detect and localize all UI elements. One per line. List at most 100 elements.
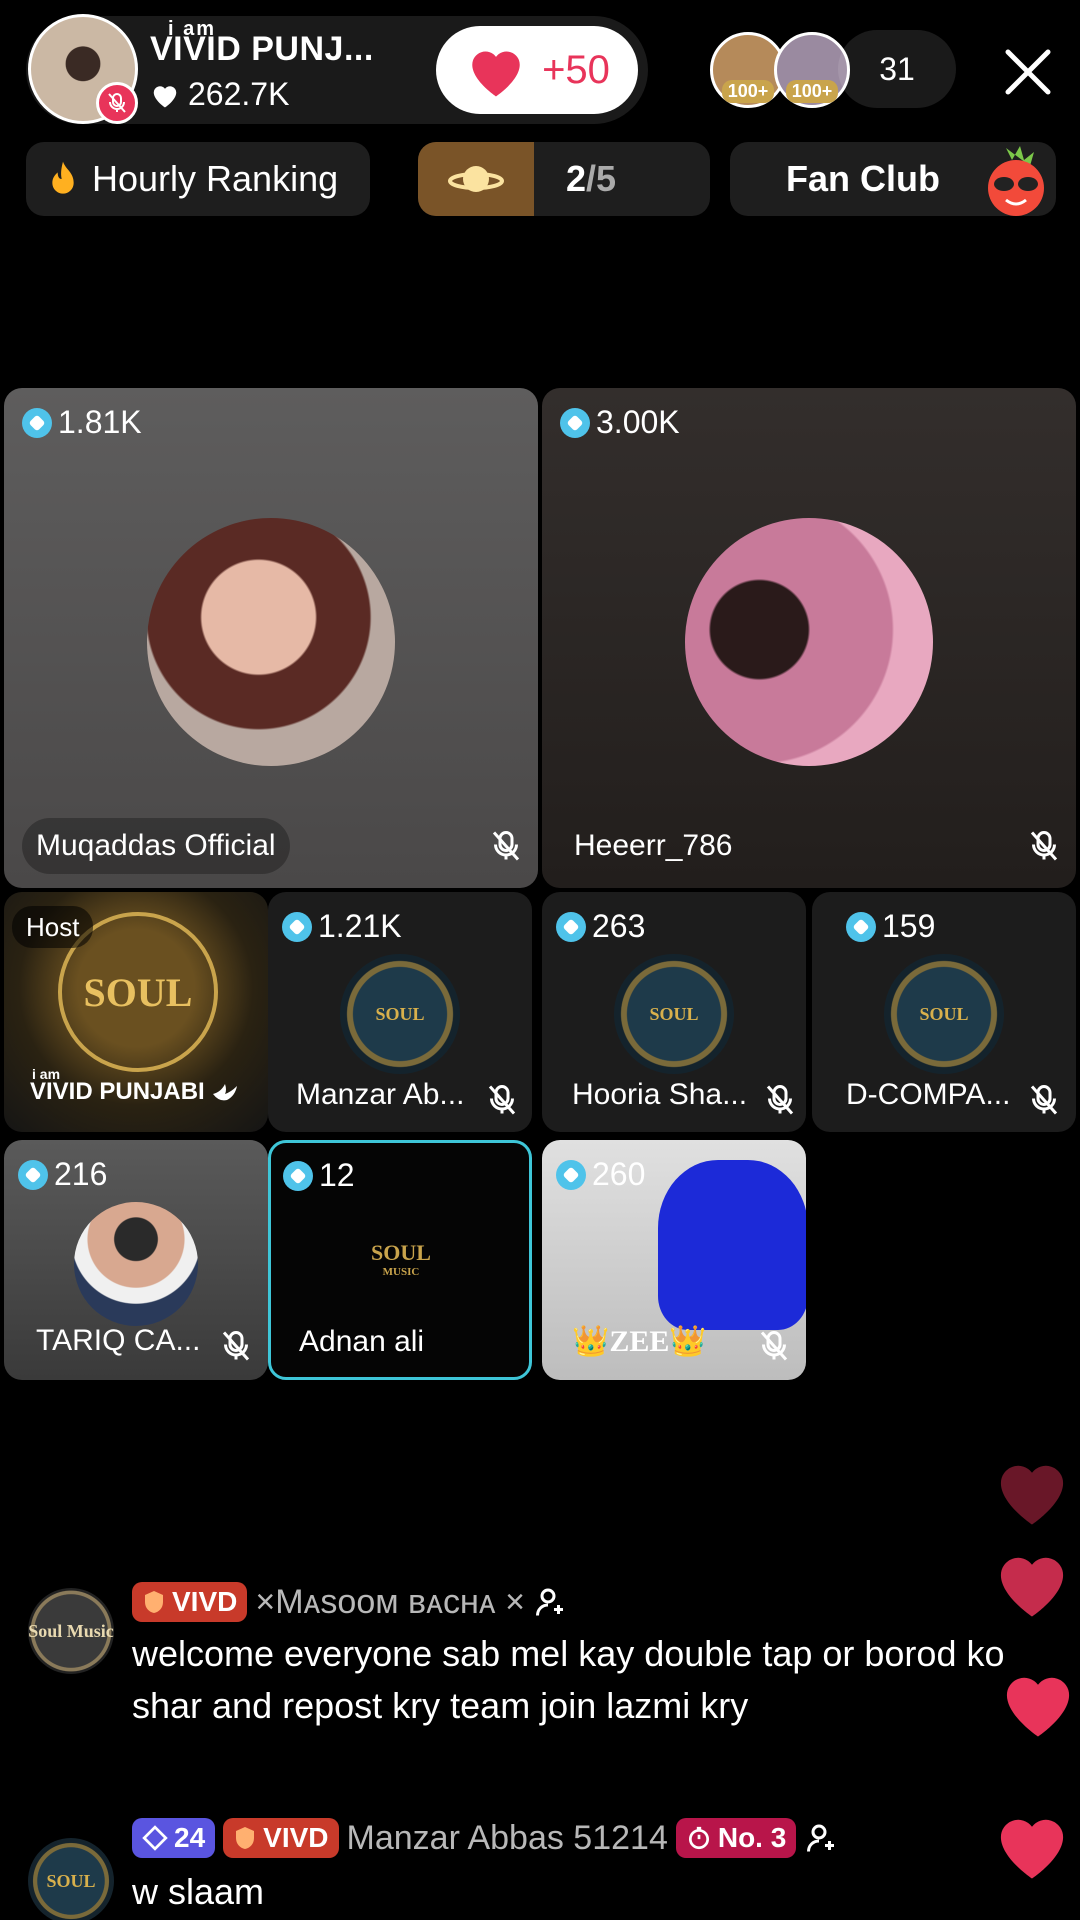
guest-seat[interactable]: 3.00K Heeerr_786 xyxy=(542,388,1076,888)
host-seat-name-row: VIVID PUNJABI xyxy=(30,1078,239,1106)
mic-muted-icon xyxy=(766,1085,794,1115)
seat-coin-value: 1.81K xyxy=(58,404,142,440)
chat-user-avatar[interactable]: Soul Music xyxy=(28,1588,114,1674)
close-icon[interactable] xyxy=(1000,44,1056,100)
guest-name: Manzar Ab... xyxy=(296,1078,465,1111)
mic-muted-icon xyxy=(760,1331,788,1361)
shield-heart-icon xyxy=(145,1591,163,1613)
seat-coin-value: 3.00K xyxy=(596,404,680,440)
guest-name: Hooria Sha... xyxy=(572,1078,748,1111)
host-like-count: 262.7K xyxy=(150,76,289,113)
rank-badge-label: No. 3 xyxy=(717,1822,787,1853)
mic-muted-icon xyxy=(1030,831,1058,861)
floating-heart-icon xyxy=(1000,1819,1064,1879)
guest-seat[interactable]: 216 TARIQ CA... xyxy=(4,1140,268,1380)
chat-message-text: w slaam xyxy=(132,1871,265,1912)
fan-club-label: Fan Club xyxy=(786,158,940,199)
diamond-icon xyxy=(142,1825,168,1851)
mic-muted-icon xyxy=(488,1085,516,1115)
seat-coin-count: 3.00K xyxy=(560,404,680,441)
guest-avatar[interactable]: SOUL xyxy=(340,954,460,1074)
room-page-indicator[interactable]: 2/5 xyxy=(418,142,710,216)
dove-icon xyxy=(212,1084,237,1101)
viewer-count[interactable]: 31 xyxy=(838,30,956,108)
chat-username[interactable]: ×Mᴀsᴏᴏᴍ ʙᴀᴄʜᴀ × xyxy=(255,1583,525,1622)
seat-coin-count: 1.81K xyxy=(22,404,142,441)
guest-seat[interactable]: 1.21K SOUL Manzar Ab... xyxy=(268,892,532,1132)
coin-icon xyxy=(282,911,312,942)
seat-coin-count: 216 xyxy=(18,1156,107,1193)
chat-username[interactable]: Manzar Abbas 51214 xyxy=(347,1819,668,1858)
chat-message-header: 24 VIVD Manzar Abbas 51214 No. 3 xyxy=(132,1818,840,1858)
page-total: /5 xyxy=(586,158,617,199)
seat-coin-count: 1.21K xyxy=(282,908,402,945)
follow-user-icon[interactable] xyxy=(533,1584,569,1620)
seat-coin-value: 159 xyxy=(882,908,936,944)
page-current: 2 xyxy=(566,158,587,199)
coin-icon xyxy=(560,407,590,438)
avatar-logo-text: SOUL xyxy=(375,1003,425,1024)
host-seat[interactable]: SOUL Host i am VIVID PUNJABI xyxy=(4,892,268,1132)
guest-seat-speaking[interactable]: 12 SOUL MUSIC Adnan ali xyxy=(268,1140,532,1380)
seat-coin-value: 260 xyxy=(592,1156,646,1192)
vivd-badge: VIVD xyxy=(132,1582,248,1622)
coin-icon xyxy=(283,1160,313,1191)
seat-coin-value: 216 xyxy=(54,1156,108,1192)
stopwatch-icon xyxy=(688,1826,709,1850)
seat-coin-value: 12 xyxy=(319,1157,355,1193)
coin-icon xyxy=(556,911,586,942)
avatar-logo-text: SOUL xyxy=(919,1003,969,1024)
seat-coin-count: 263 xyxy=(556,908,645,945)
coin-icon xyxy=(846,911,876,942)
coin-icon xyxy=(18,1159,48,1190)
floating-heart-icon xyxy=(1006,1677,1070,1737)
like-button-label: +50 xyxy=(542,47,610,92)
guest-seat[interactable]: 260 👑ZEE👑 xyxy=(542,1140,806,1380)
seat-coin-value: 1.21K xyxy=(318,908,402,944)
viewer-badge: 100+ xyxy=(785,80,839,103)
red-heart-icon xyxy=(472,51,520,97)
guest-seat[interactable]: 159 SOUL D-COMPA... xyxy=(812,892,1076,1132)
rank-badge: No. 3 xyxy=(675,1818,797,1858)
guest-name: Heeerr_786 xyxy=(574,829,733,862)
guest-avatar[interactable]: SOUL xyxy=(884,954,1004,1074)
guest-avatar[interactable] xyxy=(147,518,395,766)
mic-muted-icon xyxy=(222,1331,250,1361)
floating-heart-icon xyxy=(1000,1465,1064,1525)
vivd-badge-label: VIVD xyxy=(263,1822,329,1853)
level-badge-value: 24 xyxy=(174,1822,206,1853)
shield-heart-icon xyxy=(236,1827,255,1849)
chat-message-header: VIVD ×Mᴀsᴏᴏᴍ ʙᴀᴄʜᴀ × xyxy=(132,1582,569,1622)
host-name: VIVID PUNJ... xyxy=(150,30,374,68)
floating-heart-icon xyxy=(1000,1557,1064,1617)
seat-coin-value: 263 xyxy=(592,908,646,944)
hourly-ranking-label: Hourly Ranking xyxy=(92,158,339,199)
seat-coin-count: 12 xyxy=(283,1157,355,1194)
avatar-logo-text: SOUL xyxy=(649,1003,699,1024)
page-counter: 2/5 xyxy=(566,158,616,200)
guest-avatar[interactable] xyxy=(658,1160,806,1330)
guest-avatar[interactable]: SOUL xyxy=(614,954,734,1074)
host-mic-muted-icon xyxy=(96,82,138,124)
follow-user-icon[interactable] xyxy=(804,1820,840,1856)
guest-avatar[interactable] xyxy=(685,518,933,766)
chat-avatar-text: Soul Music xyxy=(28,1620,114,1641)
fan-club-mascot-icon xyxy=(976,142,1056,222)
hourly-ranking-button[interactable]: Hourly Ranking xyxy=(26,142,370,216)
mic-muted-icon xyxy=(1030,1085,1058,1115)
chat-user-avatar[interactable]: SOUL xyxy=(28,1838,114,1920)
guest-seat[interactable]: 263 SOUL Hooria Sha... xyxy=(542,892,806,1132)
like-button[interactable]: +50 xyxy=(436,26,638,114)
fire-icon xyxy=(52,161,74,194)
host-logo-text: SOUL xyxy=(83,969,193,1015)
vivd-badge-label: VIVD xyxy=(172,1586,238,1617)
guest-seat[interactable]: 1.81K Muqaddas Official xyxy=(4,388,538,888)
guest-name: Muqaddas Official xyxy=(22,818,290,874)
seat-coin-count: 159 xyxy=(846,908,935,945)
guest-name: TARIQ CA... xyxy=(36,1324,201,1357)
guest-name: D-COMPA... xyxy=(846,1078,1011,1111)
soul-music-logo-icon: SOUL MUSIC xyxy=(359,1217,443,1301)
guest-avatar[interactable] xyxy=(74,1202,198,1326)
chat-avatar-text: SOUL xyxy=(46,1870,96,1891)
logo-soul-text: SOUL xyxy=(371,1240,431,1265)
